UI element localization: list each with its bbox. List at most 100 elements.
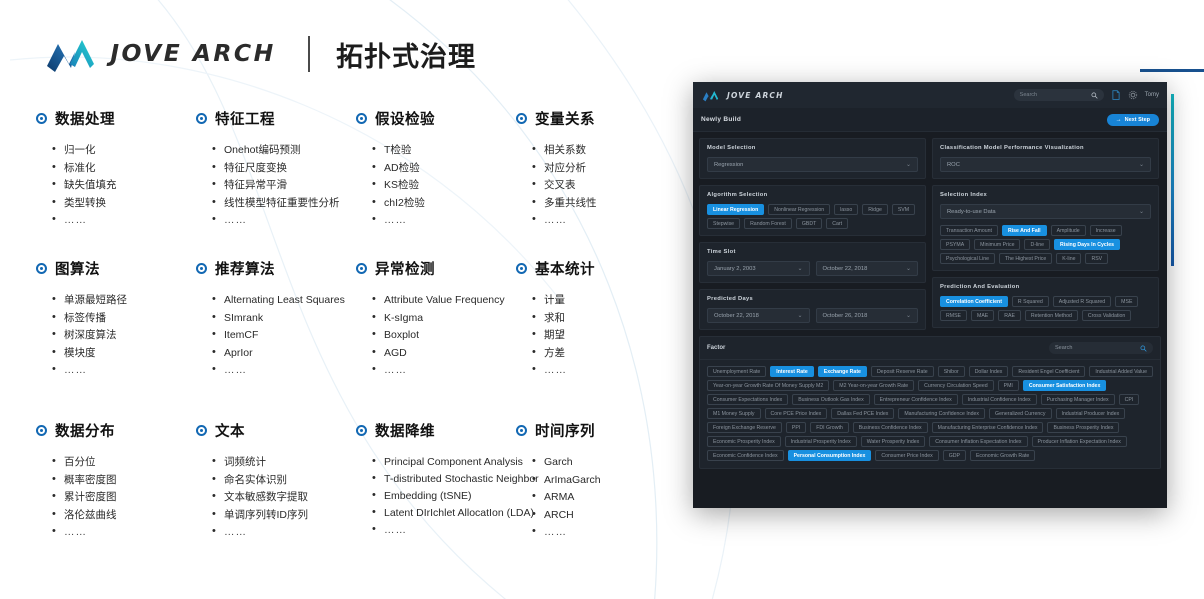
tag-chip[interactable]: Cart bbox=[826, 218, 849, 229]
tag-chip[interactable]: The Highest Price bbox=[998, 253, 1053, 264]
file-icon[interactable] bbox=[1111, 90, 1121, 100]
tag-chip[interactable]: Rise And Fall bbox=[1001, 225, 1047, 236]
tag-chip[interactable]: Random Forest bbox=[744, 218, 792, 229]
tag-chip[interactable]: Ridge bbox=[862, 204, 888, 215]
tag-chip[interactable]: Nonlinear Regression bbox=[768, 204, 831, 215]
tag-chip[interactable]: Industrial Prosperity Index bbox=[784, 436, 857, 447]
tag-chip[interactable]: Dollar Index bbox=[968, 366, 1009, 377]
category-title: 数据处理 bbox=[55, 112, 115, 128]
tag-chip[interactable]: GDP bbox=[942, 450, 966, 461]
tag-chip[interactable]: PPI bbox=[785, 422, 807, 433]
category-dimensionality-reduction: 数据降维 Principal Component Analysis T-dist… bbox=[356, 420, 539, 570]
tag-chip[interactable]: Adjusted R Squared bbox=[1052, 296, 1112, 307]
predicted-days-end-select[interactable]: October 26, 2018 ⌄ bbox=[815, 308, 918, 323]
tag-chip[interactable]: Cross Validation bbox=[1081, 310, 1132, 321]
tag-chip[interactable]: RMSE bbox=[940, 310, 967, 321]
chevron-down-icon: ⌄ bbox=[905, 312, 911, 319]
time-slot-start-select[interactable]: January 2, 2003 ⌄ bbox=[707, 261, 810, 276]
tag-chip[interactable]: M2 Year-on-year Growth Rate bbox=[833, 380, 915, 391]
tag-chip[interactable]: Producer Inflation Expectation Index bbox=[1031, 436, 1127, 447]
tag-chip[interactable]: Correlation Coefficient bbox=[940, 296, 1008, 307]
search-icon bbox=[1140, 345, 1147, 352]
tag-chip[interactable]: K-line bbox=[1056, 253, 1082, 264]
tag-chip[interactable]: Interest Rate bbox=[770, 366, 814, 377]
tag-chip[interactable]: R Squared bbox=[1011, 296, 1049, 307]
tag-chip[interactable]: D-line bbox=[1024, 239, 1051, 250]
tag-chip[interactable]: GBDT bbox=[795, 218, 823, 229]
page-label: Newly Build bbox=[701, 116, 742, 123]
tag-chip[interactable]: Resident Engel Coefficient bbox=[1012, 366, 1086, 377]
tag-chip[interactable]: Business Outlook Gas Index bbox=[792, 394, 870, 405]
tag-chip[interactable]: lasso bbox=[834, 204, 859, 215]
tag-chip[interactable]: CPI bbox=[1118, 394, 1140, 405]
tag-chip[interactable]: RAE bbox=[998, 310, 1021, 321]
tag-chip[interactable]: Consumer Expectations Index bbox=[707, 394, 789, 405]
tag-chip[interactable]: Industrial Confidence Index bbox=[961, 394, 1037, 405]
list-item: KS检验 bbox=[372, 176, 516, 195]
tag-chip[interactable]: MAE bbox=[971, 310, 995, 321]
tag-chip[interactable]: Entrepreneur Confidence Index bbox=[873, 394, 958, 405]
next-step-button[interactable]: → Next Step bbox=[1106, 113, 1159, 126]
tag-chip[interactable]: RSV bbox=[1085, 253, 1109, 264]
model-select[interactable]: Regression ⌄ bbox=[707, 157, 918, 172]
selection-index-select[interactable]: Ready-to-use Data ⌄ bbox=[940, 204, 1151, 219]
gear-icon[interactable] bbox=[1128, 90, 1138, 100]
tag-chip[interactable]: Deposit Reserve Rate bbox=[870, 366, 934, 377]
list-item: 交叉表 bbox=[532, 176, 676, 195]
chevron-down-icon: ⌄ bbox=[905, 265, 911, 272]
tag-chip[interactable]: Shibor bbox=[937, 366, 965, 377]
tag-chip[interactable]: Purchasing Manager Index bbox=[1040, 394, 1115, 405]
page-title: 拓扑式治理 bbox=[336, 41, 477, 73]
tag-chip[interactable]: Consumer Price Index bbox=[875, 450, 939, 461]
tag-chip[interactable]: Linear Regression bbox=[707, 204, 765, 215]
tag-chip[interactable]: Economic Confidence Index bbox=[707, 450, 784, 461]
tag-chip[interactable]: Rising Days In Cycles bbox=[1054, 239, 1120, 250]
tag-chip[interactable]: Transaction Amount bbox=[940, 225, 998, 236]
tag-chip[interactable]: SVM bbox=[891, 204, 916, 215]
category-title: 异常检测 bbox=[375, 262, 435, 278]
tag-chip[interactable]: M1 Money Supply bbox=[707, 408, 761, 419]
tag-chip[interactable]: Dallas Fed PCE Index bbox=[831, 408, 895, 419]
tag-chip[interactable]: PMI bbox=[997, 380, 1019, 391]
predicted-days-start-select[interactable]: October 22, 2018 ⌄ bbox=[707, 308, 810, 323]
tag-chip[interactable]: Psychological Line bbox=[940, 253, 995, 264]
tag-chip[interactable]: Industrial Producer Index bbox=[1055, 408, 1126, 419]
tag-chip[interactable]: Minimum Price bbox=[974, 239, 1021, 250]
category-item-list: Onehot编码预测 特征尺度变换 特征异常平滑 线性模型特征重要性分析 …… bbox=[212, 141, 356, 230]
tag-chip[interactable]: Core PCE Price Index bbox=[764, 408, 828, 419]
time-slot-end-select[interactable]: October 22, 2018 ⌄ bbox=[815, 261, 918, 276]
list-item: 期望 bbox=[532, 326, 676, 345]
category-graph-algorithms: 图算法 单源最短路径 标签传播 树深度算法 模块度 …… bbox=[36, 258, 196, 420]
tag-chip[interactable]: Consumer Satisfaction Index bbox=[1022, 380, 1107, 391]
tag-chip[interactable]: Increase bbox=[1089, 225, 1122, 236]
search-input[interactable]: Search bbox=[1013, 89, 1104, 101]
tag-chip[interactable]: PSYMA bbox=[940, 239, 971, 250]
tag-chip[interactable]: MSE bbox=[1115, 296, 1139, 307]
tag-chip[interactable]: Generalized Currency bbox=[989, 408, 1052, 419]
tag-chip[interactable]: Foreign Exchange Reserve bbox=[707, 422, 782, 433]
tag-chip[interactable]: Economic Growth Rate bbox=[969, 450, 1036, 461]
tag-chip[interactable]: Retention Method bbox=[1024, 310, 1078, 321]
tag-chip[interactable]: Industrial Added Value bbox=[1089, 366, 1153, 377]
user-name-label[interactable]: Tomy bbox=[1145, 92, 1159, 98]
tag-chip[interactable]: Stepwise bbox=[707, 218, 741, 229]
tag-chip[interactable]: Economic Prosperity Index bbox=[707, 436, 781, 447]
tag-chip[interactable]: Exchange Rate bbox=[817, 366, 867, 377]
tag-chip[interactable]: Water Prosperity Index bbox=[860, 436, 926, 447]
tag-chip[interactable]: Business Prosperity Index bbox=[1047, 422, 1120, 433]
classification-viz-select[interactable]: ROC ⌄ bbox=[940, 157, 1151, 172]
tag-chip[interactable]: Year-on-year Growth Rate Of Money Supply… bbox=[707, 380, 830, 391]
factor-search-input[interactable]: Search bbox=[1049, 342, 1153, 354]
tag-chip[interactable]: Personal Consumption Index bbox=[787, 450, 872, 461]
dashboard-topbar-actions: Search Tomy bbox=[1013, 89, 1159, 101]
tag-chip[interactable]: Amplitude bbox=[1050, 225, 1086, 236]
list-item: …… bbox=[212, 523, 356, 542]
tag-chip[interactable]: FDI Growth bbox=[810, 422, 849, 433]
category-item-list: 词频统计 命名实体识别 文本敏感数字提取 单调序列转ID序列 …… bbox=[212, 453, 356, 542]
tag-chip[interactable]: Business Confidence Index bbox=[852, 422, 928, 433]
tag-chip[interactable]: Currency Circulation Speed bbox=[918, 380, 994, 391]
tag-chip[interactable]: Unemployment Rate bbox=[707, 366, 767, 377]
tag-chip[interactable]: Consumer Inflation Expectation Index bbox=[929, 436, 1028, 447]
tag-chip[interactable]: Manufacturing Confidence Index bbox=[898, 408, 986, 419]
tag-chip[interactable]: Manufacturing Enterprise Confidence Inde… bbox=[931, 422, 1044, 433]
